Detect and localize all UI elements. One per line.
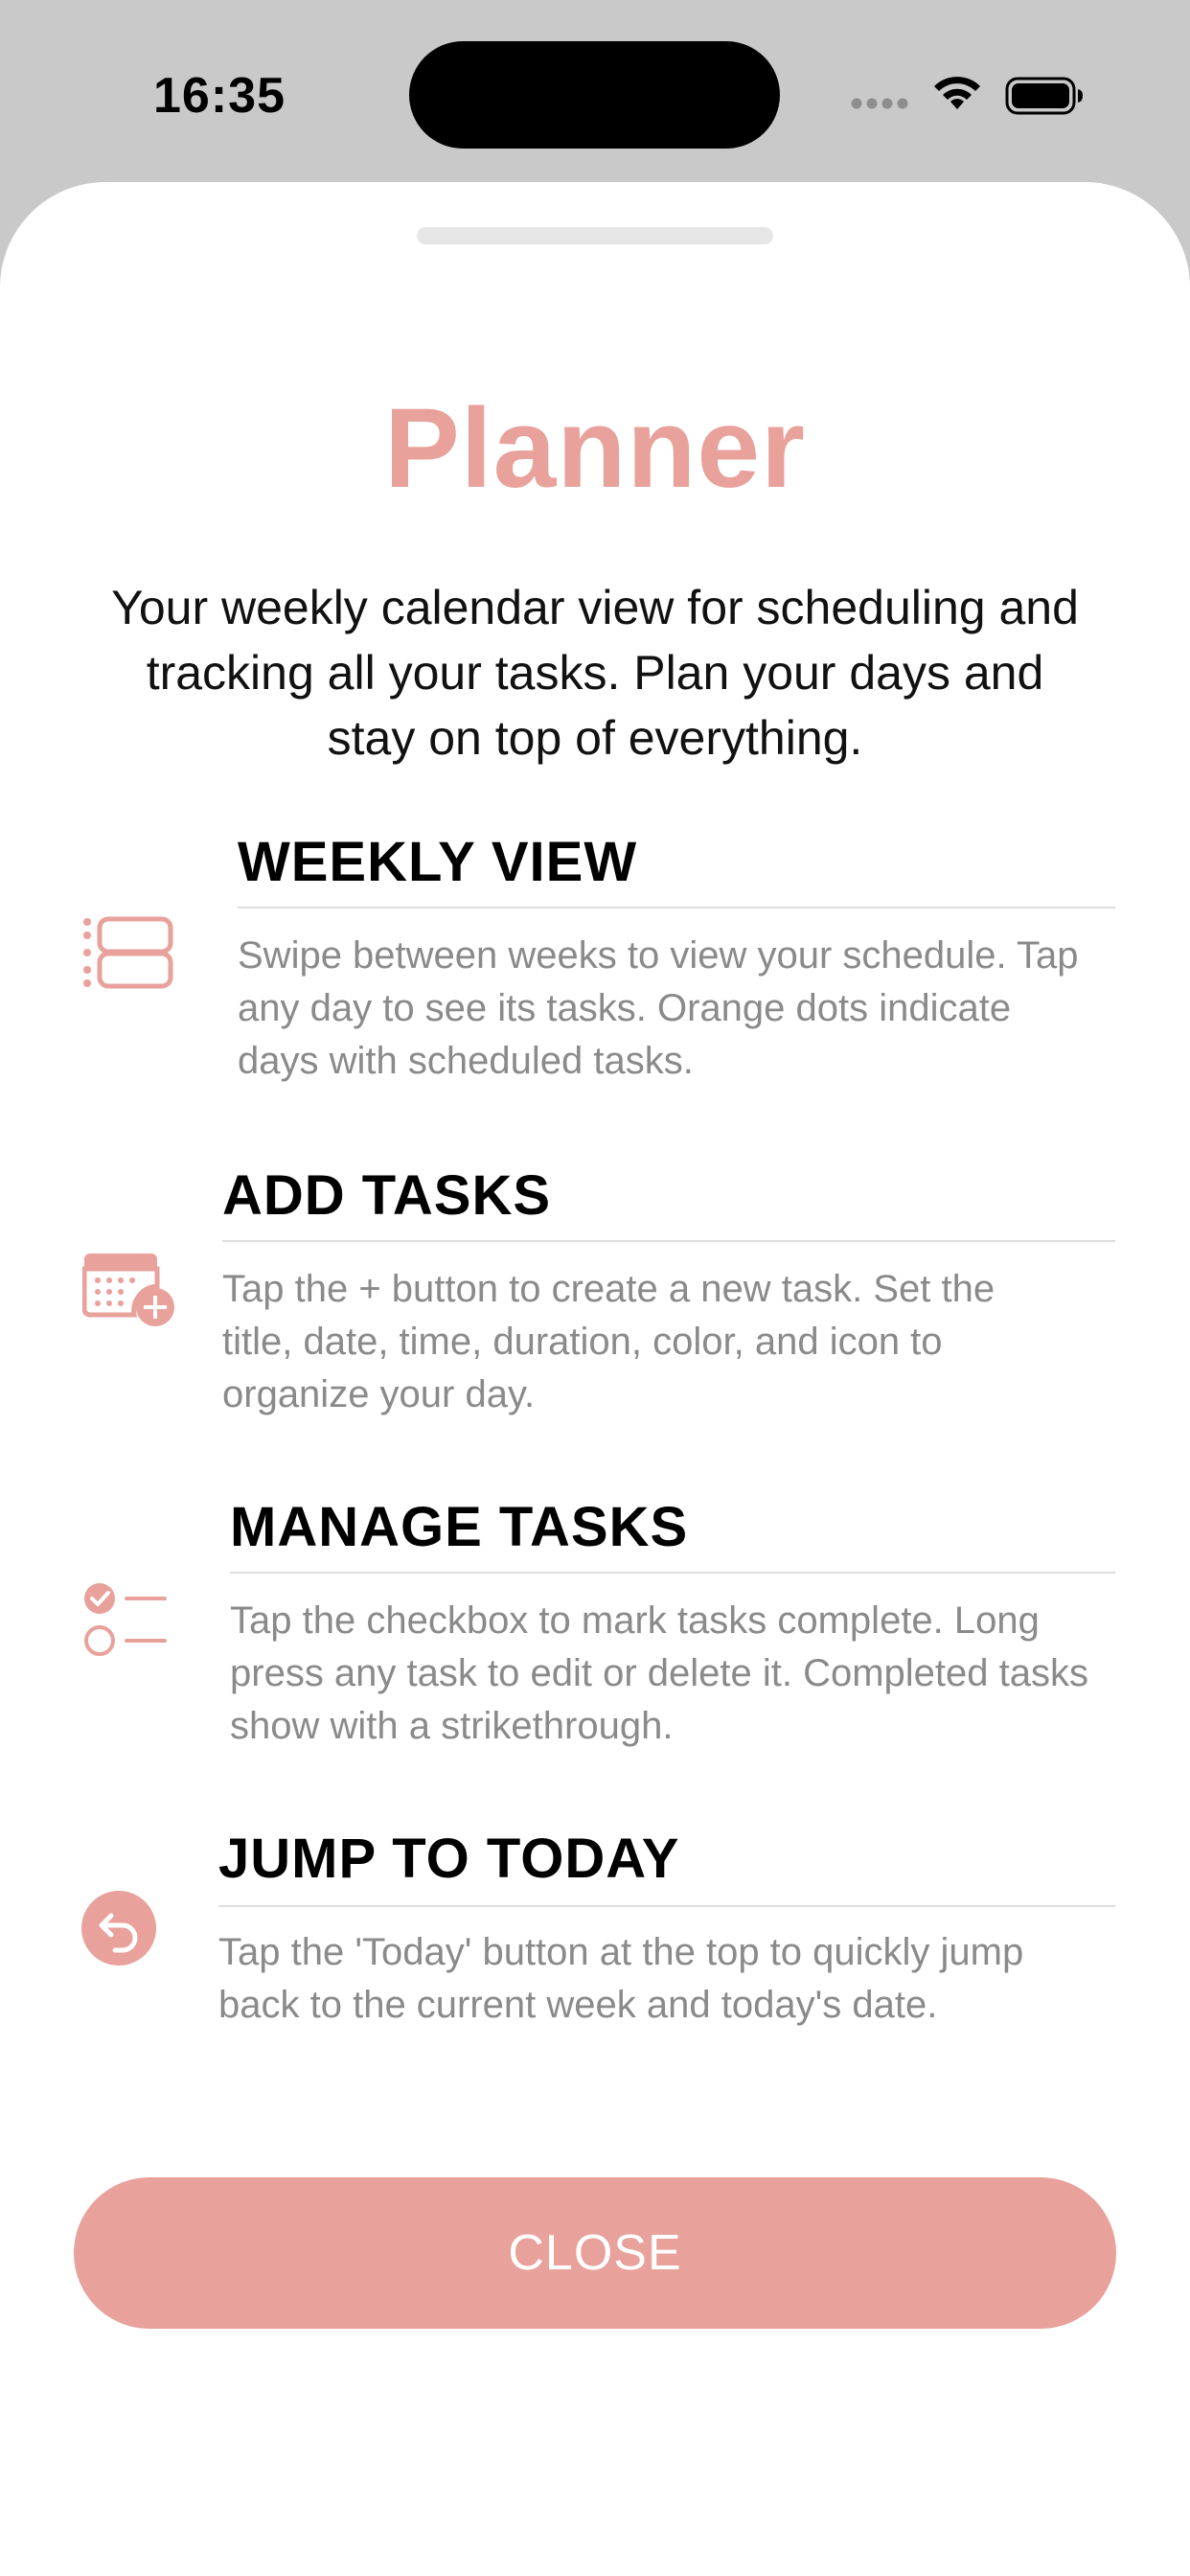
feature-description: Swipe between weeks to view your schedul… xyxy=(238,934,1079,1082)
feature-heading: WEEKLY VIEW xyxy=(238,831,638,893)
feature-heading: MANAGE TASKS xyxy=(230,1496,689,1558)
page-subtitle: Your weekly calendar view for scheduling… xyxy=(111,581,1079,765)
status-time: 16:35 xyxy=(153,68,286,124)
feature-divider xyxy=(222,1240,1115,1242)
feature-description: Tap the 'Today' button at the top to qui… xyxy=(218,1931,1024,2026)
return-arrow-circle-icon xyxy=(81,1891,156,1966)
feature-description: Tap the + button to create a new task. S… xyxy=(222,1268,995,1415)
sheet-grabber[interactable] xyxy=(417,227,773,244)
feature-divider xyxy=(218,1905,1115,1907)
feature-heading: JUMP TO TODAY xyxy=(218,1828,680,1890)
battery-icon xyxy=(1005,77,1083,115)
list-rectangles-icon xyxy=(83,916,173,989)
page-title: Planner xyxy=(384,385,806,512)
status-bar: 16:35 xyxy=(0,0,1190,182)
feature-divider xyxy=(238,907,1115,908)
close-button[interactable]: CLOSE xyxy=(74,2177,1116,2329)
checklist-icon xyxy=(84,1583,167,1656)
calendar-plus-icon xyxy=(82,1254,174,1326)
feature-description: Tap the checkbox to mark tasks complete.… xyxy=(230,1599,1088,1747)
dynamic-island xyxy=(409,41,780,149)
wifi-icon xyxy=(934,77,980,109)
info-sheet: Planner Your weekly calendar view for sc… xyxy=(0,182,1190,2576)
status-icons xyxy=(851,75,1090,117)
cellular-signal-icon xyxy=(851,98,908,109)
feature-divider xyxy=(230,1572,1115,1574)
feature-heading: ADD TASKS xyxy=(222,1164,552,1227)
